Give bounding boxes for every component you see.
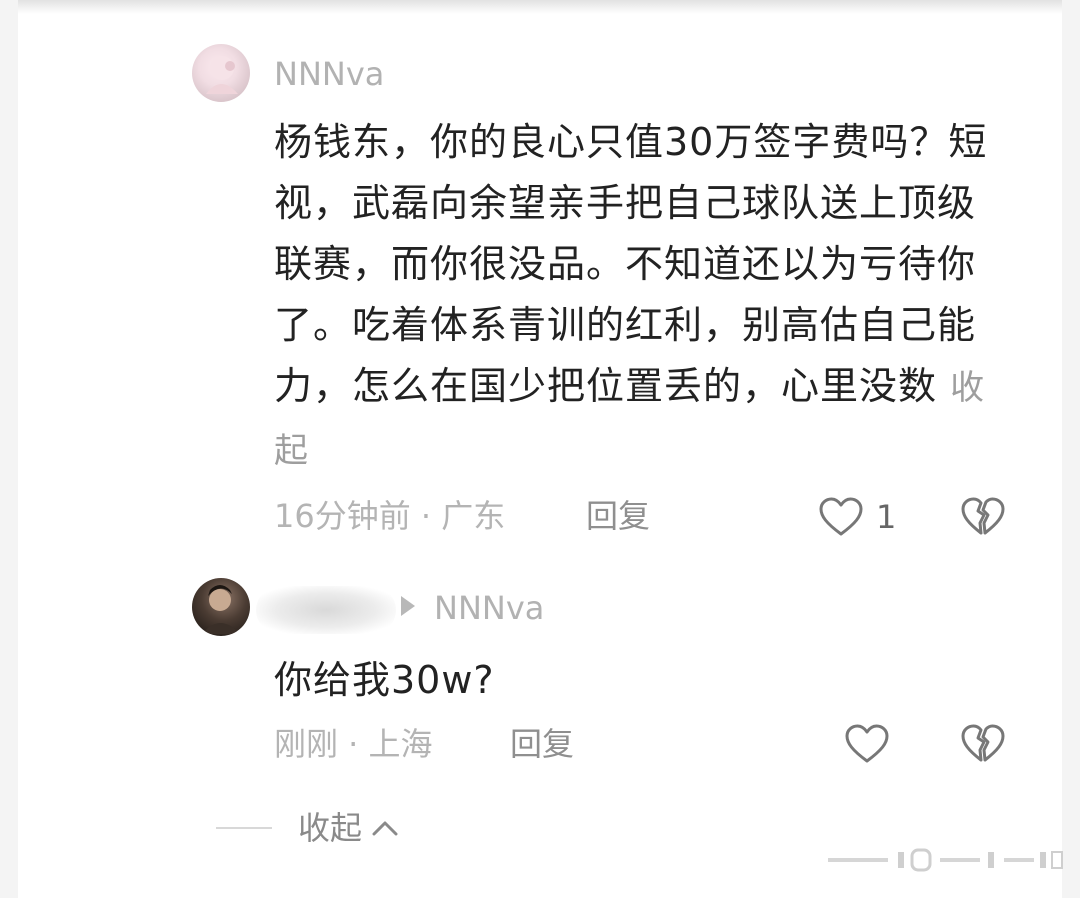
comment-text: 你给我30w? — [274, 658, 495, 702]
watermark — [828, 848, 1063, 872]
avatar-image-icon — [202, 585, 240, 634]
heart-outline-icon[interactable] — [818, 496, 864, 542]
like-count: 1 — [876, 498, 897, 536]
broken-heart-icon[interactable] — [960, 496, 1006, 542]
avatar[interactable] — [192, 44, 250, 102]
reply-to-username[interactable]: NNNva — [434, 588, 544, 628]
play-triangle-icon — [401, 596, 415, 616]
divider — [216, 827, 272, 829]
avatar-image-icon — [206, 56, 238, 94]
comment-panel: NNNva 杨钱东，你的良心只值30万签字费吗？短视，武磊向余望亲手把自己球队送… — [18, 0, 1063, 898]
reply-button[interactable]: 回复 — [586, 496, 650, 536]
blurred-username — [256, 586, 396, 634]
comment-username[interactable]: NNNva — [274, 54, 384, 94]
comment-body: 杨钱东，你的良心只值30万签字费吗？短视，武磊向余望亲手把自己球队送上顶级联赛，… — [274, 120, 988, 408]
heart-outline-icon[interactable] — [844, 723, 890, 769]
collapse-thread-label: 收起 — [298, 809, 363, 847]
comment-meta: 16分钟前 · 广东 — [274, 497, 506, 535]
comment-text: 杨钱东，你的良心只值30万签字费吗？短视，武磊向余望亲手把自己球队送上顶级联赛，… — [274, 112, 1014, 482]
top-edge — [18, 0, 1062, 14]
comment-meta: 刚刚 · 上海 — [274, 725, 433, 763]
reply-button[interactable]: 回复 — [510, 724, 574, 764]
chevron-up-icon — [372, 821, 398, 836]
broken-heart-icon[interactable] — [960, 723, 1006, 769]
avatar[interactable] — [192, 578, 250, 636]
collapse-thread-button[interactable]: 收起 — [216, 808, 400, 848]
